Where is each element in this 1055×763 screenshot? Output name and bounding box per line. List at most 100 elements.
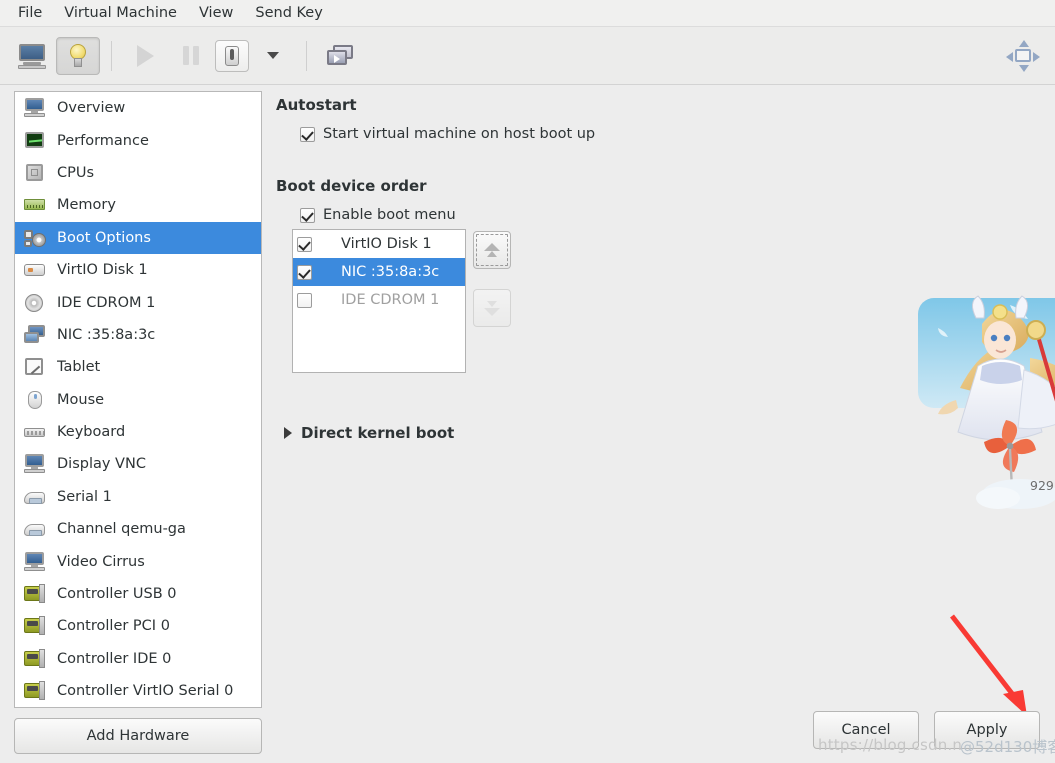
sidebar-item-label: CPUs [57, 164, 95, 181]
sidebar-item-label: Overview [57, 100, 126, 117]
boot-device-checkbox[interactable] [297, 292, 312, 308]
sidebar-item-label: Keyboard [57, 424, 126, 441]
controller-card-icon [24, 681, 46, 701]
sidebar-item-label: Controller PCI 0 [57, 618, 170, 635]
boot-device-row[interactable]: VirtIO Disk 1 [293, 230, 465, 258]
run-button[interactable] [123, 37, 167, 75]
boot-device-row[interactable]: IDE CDROM 1 [293, 286, 465, 314]
disclosure-triangle-icon [284, 427, 292, 439]
snapshots-button[interactable] [318, 37, 362, 75]
toolbar [0, 27, 1055, 85]
watermark-text: https://blog.csdn.n [818, 736, 963, 754]
performance-graph-icon [24, 131, 46, 151]
boot-device-label: IDE CDROM 1 [341, 292, 440, 308]
memory-stick-icon [24, 195, 46, 215]
boot-device-row[interactable]: NIC :35:8a:3c [293, 258, 465, 286]
sidebar-item-nic[interactable]: NIC :35:8a:3c [15, 319, 261, 351]
monitor-icon [24, 551, 46, 572]
sidebar-item-video-cirrus[interactable]: Video Cirrus [15, 545, 261, 577]
keyboard-icon [24, 422, 46, 442]
content-area: Overview Performance CPUs Memory Boot Op… [0, 86, 1055, 763]
direct-kernel-boot-label: Direct kernel boot [301, 424, 455, 442]
sidebar-item-label: Display VNC [57, 456, 146, 473]
cdrom-icon [318, 293, 335, 308]
enable-boot-menu-checkbox[interactable] [300, 207, 315, 223]
menu-send-key[interactable]: Send Key [245, 2, 332, 24]
sidebar-item-label: Serial 1 [57, 488, 112, 505]
toolbar-separator-2 [306, 40, 307, 71]
sidebar-item-virtio-disk-1[interactable]: VirtIO Disk 1 [15, 254, 261, 286]
lightbulb-icon [68, 43, 88, 68]
sidebar-item-boot-options[interactable]: Boot Options [15, 221, 261, 254]
sidebar-item-mouse[interactable]: Mouse [15, 384, 261, 416]
sidebar-item-label: Controller IDE 0 [57, 650, 172, 667]
hardware-list[interactable]: Overview Performance CPUs Memory Boot Op… [14, 91, 262, 708]
mouse-icon [24, 390, 46, 410]
move-device-down-button[interactable] [473, 289, 511, 327]
sidebar-item-controller-virtio-serial-0[interactable]: Controller VirtIO Serial 0 [15, 675, 261, 707]
monitor-icon [24, 98, 46, 118]
sidebar-item-channel-qemu-ga[interactable]: Channel qemu-ga [15, 513, 261, 545]
serial-port-icon [24, 487, 46, 507]
move-device-up-button[interactable] [473, 231, 511, 269]
sidebar-item-controller-ide-0[interactable]: Controller IDE 0 [15, 643, 261, 675]
network-card-icon [318, 265, 335, 280]
pause-button[interactable] [169, 37, 213, 75]
autostart-checkbox[interactable] [300, 126, 315, 142]
sidebar-item-overview[interactable]: Overview [15, 92, 261, 124]
tablet-pen-icon [24, 357, 46, 377]
autostart-heading: Autostart [276, 96, 357, 114]
sidebar-item-label: Memory [57, 197, 116, 214]
show-console-button[interactable] [10, 37, 54, 75]
clone-windows-icon [327, 44, 353, 67]
toolbar-separator-1 [111, 40, 112, 71]
sidebar-item-ide-cdrom-1[interactable]: IDE CDROM 1 [15, 286, 261, 318]
cdrom-icon [24, 293, 46, 313]
sidebar-item-controller-pci-0[interactable]: Controller PCI 0 [15, 610, 261, 642]
menu-file[interactable]: File [8, 2, 52, 24]
sidebar-item-serial-1[interactable]: Serial 1 [15, 481, 261, 513]
boot-device-list[interactable]: VirtIO Disk 1 NIC :35:8a:3c IDE CDROM 1 [292, 229, 466, 373]
sidebar-item-label: Tablet [57, 359, 101, 376]
menu-virtual-machine[interactable]: Virtual Machine [54, 2, 187, 24]
sidebar-item-controller-usb-0[interactable]: Controller USB 0 [15, 578, 261, 610]
sidebar-item-label: VirtIO Disk 1 [57, 262, 148, 279]
sidebar-item-label: Controller VirtIO Serial 0 [57, 683, 234, 700]
controller-card-icon [24, 616, 46, 636]
shutdown-button[interactable] [215, 39, 249, 72]
boot-device-checkbox[interactable] [297, 236, 312, 252]
sidebar-item-label: Controller USB 0 [57, 586, 177, 603]
boot-device-checkbox[interactable] [297, 264, 312, 280]
boot-gear-icon [24, 228, 46, 248]
controller-card-icon [24, 584, 46, 604]
network-card-icon [24, 324, 46, 345]
boot-device-order-heading: Boot device order [276, 177, 427, 195]
sidebar-item-label: Performance [57, 132, 149, 149]
watermark-suffix-text: @52d130博客 [960, 738, 1055, 756]
sidebar-item-label: Video Cirrus [57, 553, 145, 570]
chevron-up-icon [483, 242, 501, 258]
enable-boot-menu-row[interactable]: Enable boot menu [300, 207, 456, 223]
sidebar-item-cpus[interactable]: CPUs [15, 157, 261, 189]
show-details-button[interactable] [56, 36, 100, 75]
sidebar-item-performance[interactable]: Performance [15, 124, 261, 156]
sidebar-item-keyboard[interactable]: Keyboard [15, 416, 261, 448]
sidebar-item-memory[interactable]: Memory [15, 189, 261, 221]
menu-view[interactable]: View [189, 2, 243, 24]
sidebar-item-label: Channel qemu-ga [57, 521, 186, 538]
sidebar-item-display-vnc[interactable]: Display VNC [15, 448, 261, 480]
sidebar-item-label: Boot Options [57, 229, 151, 246]
resize-to-vm-button[interactable] [1001, 37, 1045, 75]
chevron-down-icon [267, 52, 279, 59]
menu-bar: File Virtual Machine View Send Key [0, 0, 1055, 27]
sidebar-item-label: IDE CDROM 1 [57, 294, 156, 311]
direct-kernel-boot-expander[interactable]: Direct kernel boot [284, 424, 454, 442]
add-hardware-button[interactable]: Add Hardware [14, 718, 262, 754]
sidebar-item-tablet[interactable]: Tablet [15, 351, 261, 383]
harddisk-icon [24, 260, 46, 280]
temperature-badge: 929 [1030, 478, 1054, 493]
autostart-checkbox-row[interactable]: Start virtual machine on host boot up [300, 126, 595, 142]
sidebar-item-label: NIC :35:8a:3c [57, 326, 156, 343]
shutdown-menu-button[interactable] [251, 37, 295, 75]
boot-device-label: VirtIO Disk 1 [341, 236, 432, 252]
